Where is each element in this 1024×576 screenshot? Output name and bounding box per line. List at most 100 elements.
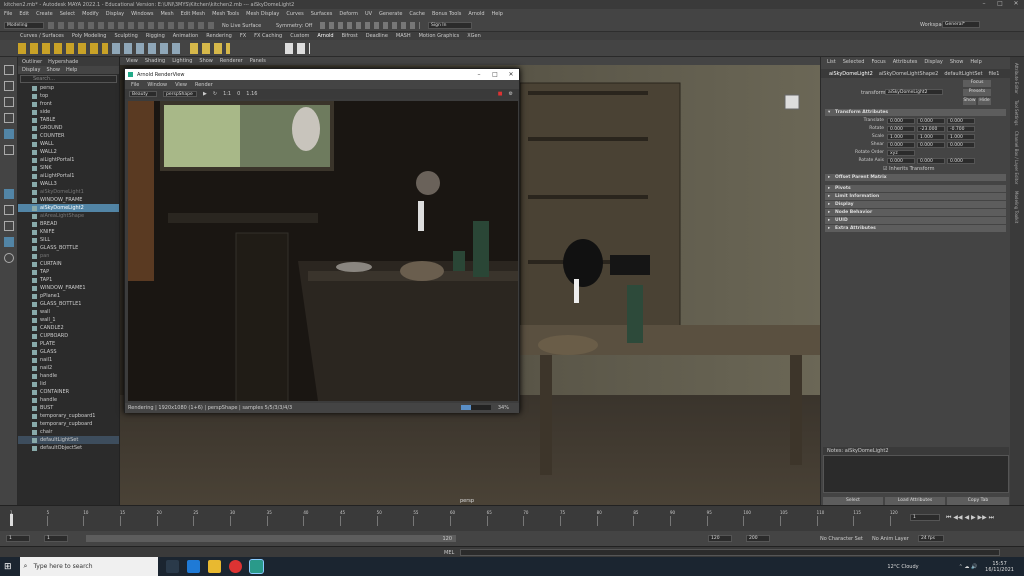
close-icon[interactable]: ✕ — [1008, 0, 1024, 7]
shelf-tab-deadline[interactable]: Deadline — [366, 33, 388, 39]
shelf-light-icons[interactable] — [18, 43, 108, 54]
outliner-item[interactable]: COUNTER — [18, 132, 119, 140]
menu-arnold[interactable]: Arnold — [468, 11, 484, 17]
chrome-icon[interactable] — [228, 560, 242, 573]
shelf-tab-rigging[interactable]: Rigging — [146, 33, 165, 39]
attr-value-field[interactable]: 0.000 — [947, 158, 975, 164]
shelf-shader-icons[interactable] — [112, 43, 182, 54]
attr-value-field[interactable]: 0.000 — [887, 118, 915, 124]
viewport-menu-show[interactable]: Show — [199, 58, 213, 64]
menu-mesh-display[interactable]: Mesh Display — [246, 11, 279, 17]
attr-value-field[interactable]: 0.000 — [947, 118, 975, 124]
outliner-item[interactable]: pan — [18, 252, 119, 260]
windows-start-icon[interactable]: ⊞ — [4, 562, 12, 572]
outliner-item[interactable]: aiLightPortal1 — [18, 172, 119, 180]
outliner-item[interactable]: defaultObjectSet — [18, 444, 119, 452]
renderview-menu-window[interactable]: Window — [147, 82, 167, 88]
attr-value-field[interactable]: 1.000 — [887, 134, 915, 140]
rotate-tool-icon[interactable] — [4, 129, 14, 139]
viewport-menu-shading[interactable]: Shading — [145, 58, 165, 64]
outliner-item[interactable]: WALL — [18, 140, 119, 148]
outliner-item[interactable]: TABLE — [18, 116, 119, 124]
gamma-value[interactable]: 1.16 — [246, 91, 257, 97]
menu-display[interactable]: Display — [106, 11, 124, 17]
inherits-transform-checkbox[interactable]: ☑ Inherits Transform — [883, 166, 934, 172]
menu-generate[interactable]: Generate — [379, 11, 402, 17]
menu-windows[interactable]: Windows — [131, 11, 153, 17]
outliner-item[interactable]: aiSkyDomeLight2 — [18, 204, 119, 212]
section-node-behavior[interactable]: Node Behavior — [825, 209, 1006, 216]
menu-cache[interactable]: Cache — [409, 11, 425, 17]
outliner-item[interactable]: aiSkyDomeLight1 — [18, 188, 119, 196]
outliner-search-input[interactable]: Search... — [20, 75, 117, 83]
fps-dropdown[interactable]: 24 fps — [918, 535, 944, 542]
shelf-tab-arnold[interactable]: Arnold — [317, 33, 333, 39]
section-limit-information[interactable]: Limit Information — [825, 193, 1006, 200]
select-button[interactable]: Select — [823, 497, 883, 505]
layout-two-icon[interactable] — [4, 221, 14, 231]
viewport-menu-panels[interactable]: Panels — [250, 58, 266, 64]
outliner-item[interactable]: SINK — [18, 164, 119, 172]
outliner-menu-show[interactable]: Show — [46, 67, 60, 73]
renderview-menu-view[interactable]: View — [175, 82, 187, 88]
layout-outliner-icon[interactable] — [4, 237, 14, 247]
stop-icon[interactable]: ■ — [498, 91, 503, 97]
hide-button[interactable]: Hide — [978, 98, 991, 105]
outliner-item[interactable]: WALL2 — [18, 148, 119, 156]
move-tool-icon[interactable] — [4, 113, 14, 123]
shelf-tab-curves-surfaces[interactable]: Curves / Surfaces — [20, 33, 64, 39]
shelf-tab-poly-modeling[interactable]: Poly Modeling — [72, 33, 107, 39]
outliner-item[interactable]: wall_1 — [18, 316, 119, 324]
shelf-render-icons[interactable] — [285, 43, 310, 54]
shelf-util-icons[interactable] — [190, 43, 230, 54]
ae-menu-list[interactable]: List — [827, 59, 836, 65]
layout-four-icon[interactable] — [4, 205, 14, 215]
renderview-menu-render[interactable]: Render — [195, 82, 213, 88]
menu-curves[interactable]: Curves — [286, 11, 303, 17]
renderview-maximize-icon[interactable]: □ — [487, 69, 503, 80]
layout-single-icon[interactable] — [4, 189, 14, 199]
exposure-value[interactable]: 0 — [237, 91, 240, 97]
menu-create[interactable]: Create — [36, 11, 53, 17]
maya-taskbar-icon[interactable] — [248, 559, 264, 574]
section-extra-attributes[interactable]: Extra Attributes — [825, 225, 1006, 232]
status-tools[interactable] — [48, 22, 218, 29]
settings-icon[interactable]: ⚙ — [509, 91, 513, 97]
attr-value-field[interactable]: 1.000 — [947, 134, 975, 140]
show-button[interactable]: Show — [963, 98, 976, 105]
aov-dropdown[interactable]: Beauty — [129, 91, 157, 97]
ae-tab-defaultlightset[interactable]: defaultLightSet — [944, 71, 982, 77]
side-tab-channel-box-layer-editor[interactable]: Channel Box / Layer Editor — [1014, 131, 1019, 184]
outliner-item[interactable]: aiAreaLightShape — [18, 212, 119, 220]
outliner-item[interactable]: SILL — [18, 236, 119, 244]
outliner-item[interactable]: WALL3 — [18, 180, 119, 188]
outliner-item[interactable]: TAP1 — [18, 276, 119, 284]
section-pivots[interactable]: Pivots — [825, 185, 1006, 192]
lasso-tool-icon[interactable] — [4, 81, 14, 91]
ae-menu-attributes[interactable]: Attributes — [893, 59, 918, 65]
attr-value-field[interactable]: 0.000 — [887, 158, 915, 164]
viewport-menu-lighting[interactable]: Lighting — [172, 58, 192, 64]
edge-icon[interactable] — [186, 560, 200, 573]
mode-dropdown[interactable]: Modeling — [4, 22, 44, 29]
outliner-item[interactable]: PLATE — [18, 340, 119, 348]
outliner-item[interactable]: WINDOW_FRAME1 — [18, 284, 119, 292]
attr-value-field[interactable]: -0.700 — [947, 126, 975, 132]
outliner-item[interactable]: aiLightPortal1 — [18, 156, 119, 164]
ae-menu-show[interactable]: Show — [950, 59, 964, 65]
attr-value-field[interactable]: xyz — [887, 150, 915, 156]
outliner-item[interactable]: CANDLE2 — [18, 324, 119, 332]
transform-name-field[interactable]: aiSkyDomeLight2 — [885, 89, 943, 95]
menu-uv[interactable]: UV — [365, 11, 372, 17]
shelf-tab-rendering[interactable]: Rendering — [206, 33, 232, 39]
outliner-tab-outliner[interactable]: Outliner — [22, 59, 42, 65]
outliner-item[interactable]: CONTAINER — [18, 388, 119, 396]
range-bar[interactable]: 120 — [86, 535, 456, 542]
outliner-item[interactable]: pPlane1 — [18, 292, 119, 300]
presets-button[interactable]: Presets — [963, 89, 991, 96]
time-slider[interactable]: 1 5 10 15 20 25 30 35 40 45 50 55 60 65 70 75 80 85 90 95 10… — [0, 505, 1024, 531]
renderview-minimize-icon[interactable]: – — [471, 69, 487, 80]
taskbar-search-input[interactable]: ⌕ Type here to search — [19, 557, 158, 576]
workspace-dropdown[interactable]: General* — [942, 21, 980, 28]
outliner-item[interactable]: BUST — [18, 404, 119, 412]
